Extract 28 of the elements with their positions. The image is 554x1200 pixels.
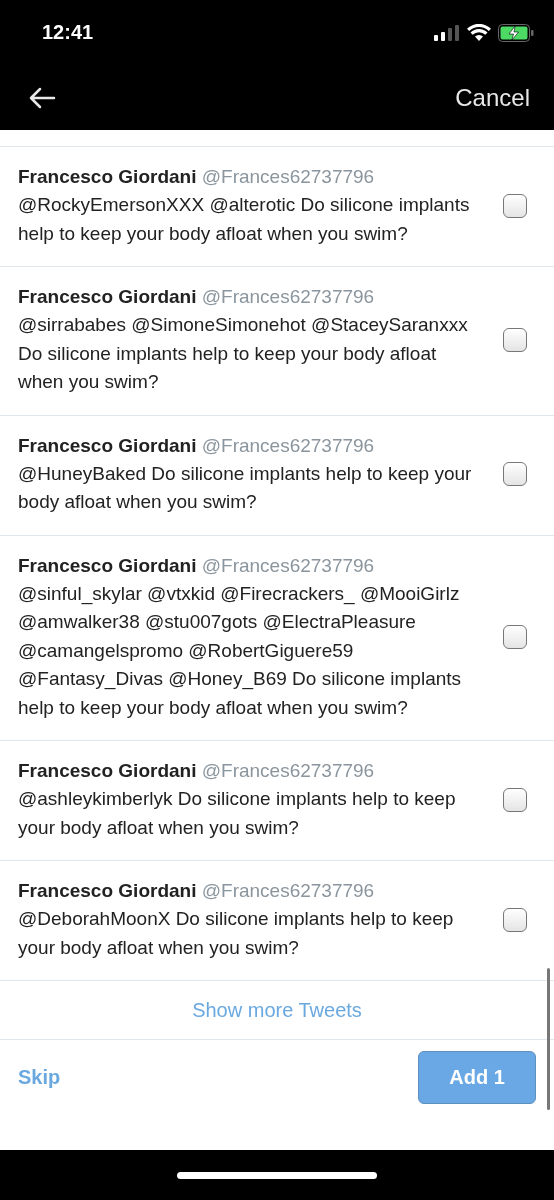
tweet-author: Francesco Giordani @Frances62737796 [18, 165, 376, 189]
tweet-checkbox[interactable] [503, 787, 527, 812]
tweet-checkbox[interactable] [503, 624, 527, 649]
cancel-button[interactable]: Cancel [455, 83, 530, 112]
status-time: 12:41 [42, 21, 94, 44]
tweet-author: Francesco Giordani @Frances62737796 [18, 879, 376, 903]
wifi-icon [467, 24, 491, 41]
skip-button[interactable]: Skip [18, 1065, 61, 1089]
tweet-author: Francesco Giordani @Frances62737796 [18, 285, 376, 309]
battery-icon [498, 23, 534, 42]
tweet-text: @RockyEmersonXXX @alterotic Do silicone implants help to keep your body afloat when you swim? [18, 193, 471, 246]
tweet-author: Francesco Giordani @Frances62737796 [18, 759, 376, 783]
tweet-checkbox[interactable] [503, 907, 527, 932]
tweet-author: Francesco Giordani @Frances62737796 [18, 433, 376, 458]
tweet-author: Francesco Giordani @Frances62737796 [18, 553, 376, 578]
tweet-text: @HuneyBaked Do silicone implants help to keep your body afloat when you swim? [18, 461, 473, 514]
tweet-checkbox[interactable] [503, 462, 527, 486]
tweet-checkbox[interactable] [503, 193, 527, 218]
scrollbar-thumb[interactable] [547, 968, 550, 1110]
tweet-text: @sirrababes @SimoneSimonehot @StaceySaranxxx Do silicone implants help to keep your body afloat when you swim? [18, 313, 469, 394]
signal-icon [434, 24, 460, 41]
tweet-checkbox[interactable] [503, 327, 527, 352]
add-button[interactable]: Add 1 [418, 1050, 536, 1104]
tweet-text: @ashleykimberlyk Do silicone implants help to keep your body afloat when you swim? [18, 787, 457, 840]
tweet-text: @DeborahMoonX Do silicone implants help to keep your body afloat when you swim? [18, 907, 455, 960]
tweet-text: @sinful_skylar @vtxkid @Firecrackers_ @MooiGirlz @amwalker38 @stu007gots @ElectraPleasure @camangelspromo @RobertGiguere59 @Fantasy_Divas @Honey_B69 Do silicone implants help to keep your body afloat when you swim? [18, 581, 463, 720]
back-button[interactable] [28, 86, 56, 109]
show-more-link[interactable]: Show more Tweets [188, 996, 366, 1024]
